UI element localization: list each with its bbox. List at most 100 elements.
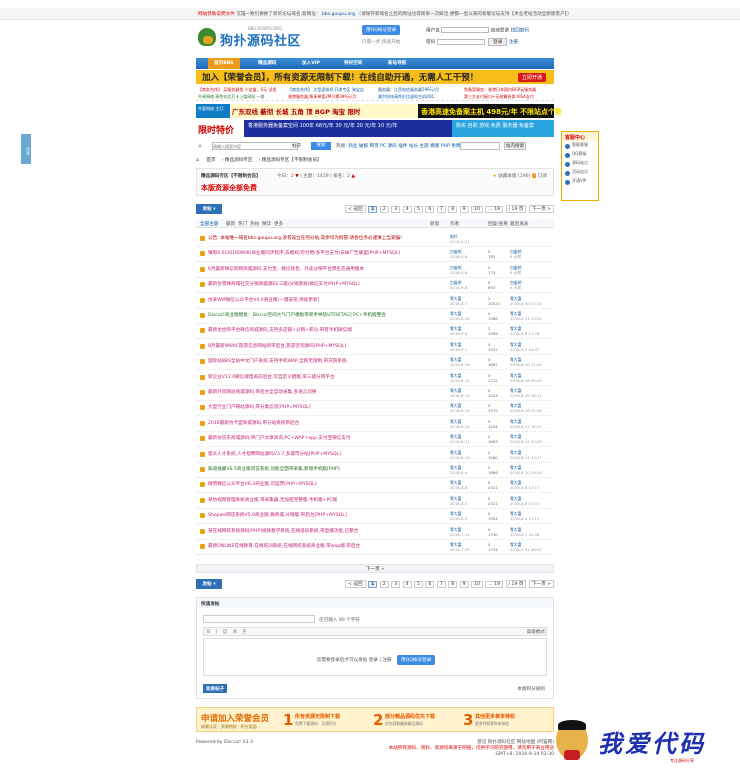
post-editor-area[interactable]: 您需要登录后才可以发帖 登录 | 注册 用QQ帐号登录 [203,638,547,676]
author-name[interactable]: 零大富 [450,527,461,532]
page-link[interactable]: 4 [402,206,412,213]
new-window-toggle[interactable]: 新窗 [430,221,439,227]
page-link[interactable]: 9 [459,581,469,588]
tab-more[interactable]: 更多 [274,221,283,227]
thread-last-post[interactable]: 零大富 2016-8-6 11:31 [510,496,539,506]
thread-row[interactable]: 猎头人才系统,人才招聘网站源码V3.7,多城市分站[PHP+MYSQL] 零大富 2… [196,448,554,463]
thread-title[interactable]: 2016最新仿卡盟商城源码,带分站系统带后台 [208,420,434,426]
page-link[interactable]: 8 [448,581,458,588]
thread-title[interactable]: Discuz!商业版模板：Discuz空间大气门户模板带新手导航UTF8[TAG… [208,312,434,318]
share-side-tab[interactable]: 分享 [21,134,31,164]
thread-last-post[interactable]: 零大富 2016-8-20 11:04 [510,357,542,367]
home-icon[interactable]: ⌂ [196,158,199,163]
page-link[interactable]: 4 [402,581,412,588]
ad-link[interactable]: 免备案服务：香港日本国内BGP云服务器 [464,87,536,93]
thread-row[interactable]: 知道搜藏V6.5商业版问答系统,功能全面带采集,新增手机版[PHP] 零大富 201… [196,463,554,478]
page-link[interactable]: 7 [436,206,446,213]
thread-last-post[interactable]: 零大富 2016-8-12 10:09 [510,434,542,444]
thread-title[interactable]: 最新ONLINE在线教育,在线培训系统,在线网校系统商业版,带wap端,带后台 [208,543,434,549]
thread-author[interactable]: 零大富 2016-8-7 [450,296,467,306]
search-type-select[interactable]: 帖子 [292,143,301,149]
thread-row[interactable]: 国际站BBS全站中文门户系统,支持手机WAP,全民无限制,带充值系统 零大富 201… [196,355,554,371]
register-link[interactable]: 注册 [509,40,518,45]
thread-last-post[interactable]: 零大富 2016-9-6 11:28 [510,326,539,336]
thread-row[interactable]: 大型行业门户网站源码,带分类信息[PHP+MYSQL] 零大富 2016-8-15 0… [196,401,554,417]
thread-row[interactable]: 新企业V12.0微信端电商前后台,可自定义模版,带三级分销平台 零大富 2016-8… [196,371,554,386]
page-link[interactable]: 10 [471,206,483,213]
thread-author[interactable]: 零大富 2016-8-15 [450,403,470,413]
page-link[interactable]: ... 19 [485,206,504,213]
thread-title[interactable]: 公告: 本站唯一域名bbs.goupu.org,没有设立任何分站,其余均为假冒,… [208,235,434,241]
username-input[interactable] [441,27,490,33]
kf-item[interactable]: 活动站点 [562,168,598,177]
tab-latest[interactable]: 最新 [226,221,235,227]
thread-author[interactable]: 零大富 2016-8-5 [450,496,467,506]
thread-last-post[interactable]: 零大富 2016-9-2 10:47 [510,342,539,352]
qq-login-button-editor[interactable]: 用QQ帐号登录 [397,655,436,665]
thread-row[interactable]: 某在线网校系统源码[PHP]视频教学系统,在线培训系统,带直播功能,已整合 零大富… [196,525,554,540]
thread-row[interactable]: 公告: 本站唯一域名bbs.goupu.org,没有设立任何分站,其余均为假冒,… [196,232,554,247]
page-link[interactable]: 7 [436,581,446,588]
quick-post-title-input[interactable] [203,615,315,623]
page-link[interactable]: 3 [391,206,401,213]
page-link[interactable]: ... 19 [485,581,504,588]
page-link[interactable]: 2 [379,581,389,588]
last-poster[interactable]: 零大富 [510,373,521,378]
submit-post-button[interactable]: 发表帖子 [203,684,227,693]
thread-author[interactable]: 零大富 2016-8-3 [450,511,467,521]
thread-title[interactable]: 某在线网校系统源码[PHP]视频教学系统,在线培训系统,带直播功能,已整合 [208,528,434,534]
page-link[interactable]: 5 [414,206,423,213]
thread-last-post[interactable]: 零大富 2016-8-13 16:23 [510,419,542,429]
breadcrumb-forum[interactable]: 精品源码专区【不限制会员】 [262,158,322,163]
kf-item[interactable]: 开通VIP [562,177,598,186]
thread-last-post[interactable]: 白雀吧 6 天前 [510,249,521,259]
author-name[interactable]: 零大富 [450,450,461,455]
thread-row[interactable]: 最新ONLINE在线教育,在线培训系统,在线网校系统商业版,带wap端,带后台 零… [196,540,554,555]
search-button[interactable]: 搜索 [311,142,331,150]
thread-row[interactable]: 仿某WM微信公众平台V4.0商业版[一键安装,持续更新] 零大富 2016-8-7 2… [196,294,554,309]
page-link[interactable]: 3 [391,581,401,588]
author-name[interactable]: 零大富 [450,373,461,378]
thread-last-post[interactable]: 零大富 2016-8-16 21:04 [510,403,542,413]
last-poster[interactable]: 零大富 [510,450,521,455]
thread-last-post[interactable]: 零大富 2016-8-16 09:40 [510,373,542,383]
hot-keywords[interactable]: 商业 破解 网页 PC 源码 插件 站长 主题 模版 PHP 免费 [348,144,460,149]
thread-title[interactable]: 最新仿雪球商城社交分销商城源码(三级/分销系统/微信支付/PHP+MYSQL) [208,281,434,287]
thread-last-post[interactable]: 零大富 2016-8-4 12:11 [510,511,539,521]
thread-title[interactable]: 某仿视频管理系统商业版,带采集器,无加密完整版,手机端+PC端 [208,497,434,503]
next-page-bar[interactable]: 下一页 » [196,564,554,573]
new-post-button-bottom[interactable]: 发帖 ▾ [196,579,222,589]
rss-link[interactable]: 订阅 [538,174,547,179]
thread-title[interactable]: 微赞微信公众平台V6.3商业版,可运营[PHP+MYSQL] [208,481,434,487]
qq-login-button[interactable]: 用QQ帐号登录 [362,25,401,35]
page-link[interactable]: 5 [414,581,423,588]
kf-item[interactable]: 源码站点 [562,159,598,168]
author-name[interactable]: 零大富 [450,296,461,301]
new-post-button[interactable]: 发帖 ▾ [196,204,222,214]
ad-link[interactable]: 【商务合作】 大型虚拟机 开发专区 淘宝店 [288,87,364,93]
nav-vip[interactable]: 加入VIP [302,60,320,66]
thread-title[interactable]: 最新外贸网站商城源码,带后台全自动采集,多语言切换 [208,389,434,395]
breadcrumb-section[interactable]: 精品源码专区 [225,158,253,163]
page-link[interactable]: 6 [425,206,435,213]
nav-sites[interactable]: 新站导航 [388,60,406,66]
thread-author[interactable]: 零大富 2016-7-30 [450,542,470,552]
filter-all[interactable]: 全部主题 [200,221,218,227]
thread-author[interactable]: 零大富 2016-8-10 [450,450,470,460]
page-link[interactable]: 6 [425,581,435,588]
page-link[interactable]: 1 [368,581,378,588]
search-input[interactable] [212,142,298,150]
ad-link[interactable]: 香港服务器,独享带宽2M只需399元/月 [288,94,356,100]
thread-last-post[interactable]: 零大富 2016-7-31 08:51 [510,542,542,552]
powered-by[interactable]: Powered by Discuz! X3.3 [196,740,253,745]
thread-last-post[interactable]: 零大富 2016-8-1 10:48 [510,527,539,537]
thread-author[interactable]: 零大富 2016-8-15 [450,373,470,383]
thread-last-post[interactable]: 白雀吧 6 天前 [510,265,521,275]
site-search-button[interactable]: 站内搜索 [504,142,526,150]
nav-privilege[interactable]: 特权空间 [344,60,362,66]
thread-row[interactable]: 镇帮0.0(20160908)商业版同步程序,去版权/可付费/多平台支付/去掉广… [196,247,554,263]
login-button[interactable]: 登录 [488,38,508,46]
password-input[interactable] [436,38,485,45]
page-link[interactable]: 1 [368,206,378,213]
thread-author[interactable]: 零大富 2016-8-8 [450,480,467,490]
